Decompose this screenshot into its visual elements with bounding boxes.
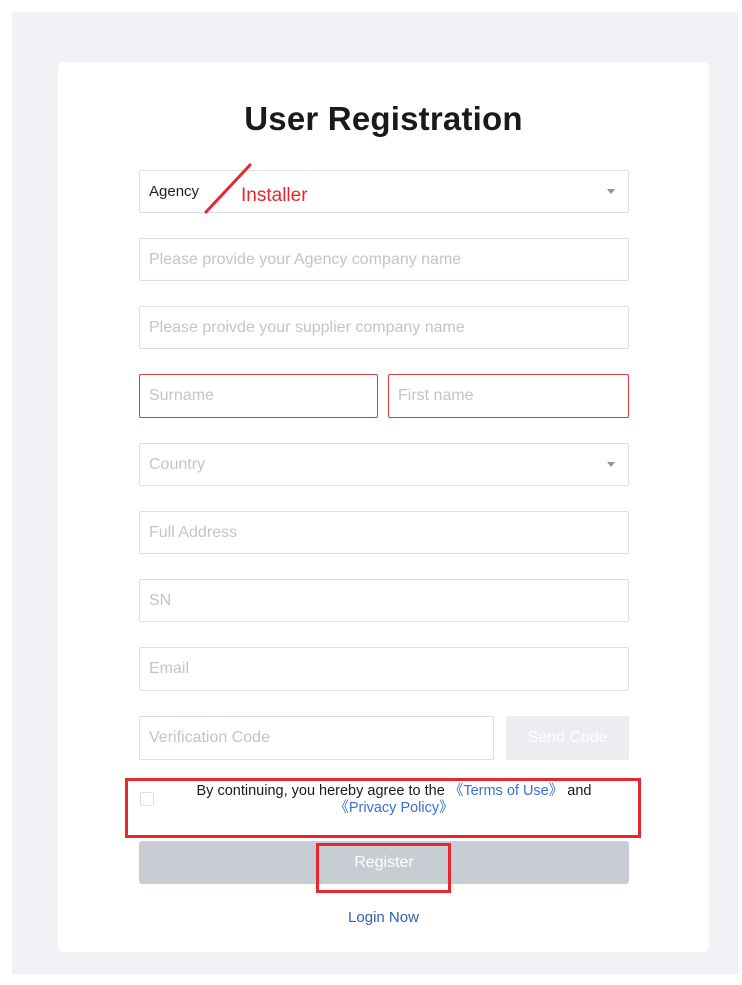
full-address-field[interactable] [139, 511, 629, 554]
agency-company-field[interactable] [139, 238, 629, 281]
annotation-installer-text: Installer [241, 185, 308, 206]
first-name-field[interactable] [388, 374, 629, 418]
agency-company-input[interactable] [149, 239, 628, 280]
country-input[interactable] [149, 444, 628, 485]
first-name-input[interactable] [398, 375, 628, 417]
role-select-value: Agency [149, 183, 200, 200]
chevron-down-icon [607, 461, 615, 467]
login-now-link[interactable]: Login Now [58, 909, 709, 926]
send-code-button[interactable]: Send Code [506, 716, 629, 760]
supplier-company-input[interactable] [149, 307, 628, 348]
chevron-down-icon [607, 188, 615, 194]
annotation-box-register [316, 843, 451, 893]
verification-code-input[interactable] [149, 717, 493, 759]
annotation-box-agreement [125, 778, 641, 838]
sn-input[interactable] [149, 580, 628, 621]
country-select[interactable] [139, 443, 629, 486]
sn-field[interactable] [139, 579, 629, 622]
supplier-company-field[interactable] [139, 306, 629, 349]
email-field[interactable] [139, 647, 629, 691]
page-title: User Registration [244, 100, 523, 137]
surname-field[interactable] [139, 374, 378, 418]
full-address-input[interactable] [149, 512, 628, 553]
verification-code-field[interactable] [139, 716, 494, 760]
email-input[interactable] [149, 648, 628, 690]
surname-input[interactable] [149, 375, 377, 417]
